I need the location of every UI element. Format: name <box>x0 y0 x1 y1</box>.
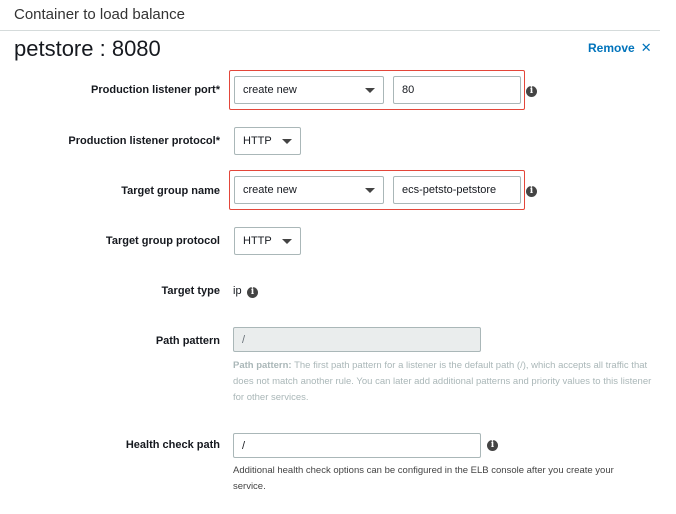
health-check-path-input[interactable]: / <box>233 433 481 458</box>
container-name: petstore : 8080 <box>14 36 161 61</box>
section-divider <box>0 30 660 31</box>
path-pattern-label: Path pattern <box>155 335 220 347</box>
production-listener-port-input[interactable]: 80 <box>393 76 521 104</box>
info-icon[interactable]: i <box>526 86 537 97</box>
select-value: create new <box>243 184 297 196</box>
chevron-down-icon <box>282 139 292 144</box>
health-check-path-help: Additional health check options can be c… <box>233 465 614 492</box>
info-icon[interactable]: i <box>526 186 537 197</box>
target-group-protocol-label: Target group protocol <box>105 235 220 247</box>
chevron-down-icon <box>365 188 375 193</box>
select-value: create new <box>243 84 297 96</box>
production-listener-port-label: Production listener port* <box>91 84 220 96</box>
target-type-label: Target type <box>161 285 220 297</box>
select-value: HTTP <box>243 235 272 247</box>
path-pattern-input: / <box>233 327 481 352</box>
section-title: Container to load balance <box>14 6 185 23</box>
target-group-name-input[interactable]: ecs-petsto-petstore <box>393 176 521 204</box>
select-value: HTTP <box>243 135 272 147</box>
info-icon[interactable]: i <box>487 440 498 451</box>
help-title: Path pattern: <box>233 360 292 371</box>
remove-label: Remove <box>588 41 635 55</box>
health-check-path-label: Health check path <box>125 439 220 451</box>
production-listener-port-select[interactable]: create new <box>234 76 384 104</box>
target-group-protocol-select[interactable]: HTTP <box>234 227 301 255</box>
chevron-down-icon <box>282 239 292 244</box>
target-group-name-label: Target group name <box>121 185 220 197</box>
chevron-down-icon <box>365 88 375 93</box>
close-icon: ✕ <box>640 40 652 55</box>
path-pattern-help: Path pattern: The first path pattern for… <box>233 358 653 406</box>
production-listener-protocol-label: Production listener protocol* <box>68 135 220 147</box>
info-icon[interactable]: i <box>247 287 258 298</box>
target-type-value: ip <box>233 285 242 297</box>
production-listener-protocol-select[interactable]: HTTP <box>234 127 301 155</box>
target-group-name-select[interactable]: create new <box>234 176 384 204</box>
help-text: The first path pattern for a listener is… <box>233 360 652 403</box>
remove-button[interactable]: Remove ✕ <box>588 40 652 56</box>
